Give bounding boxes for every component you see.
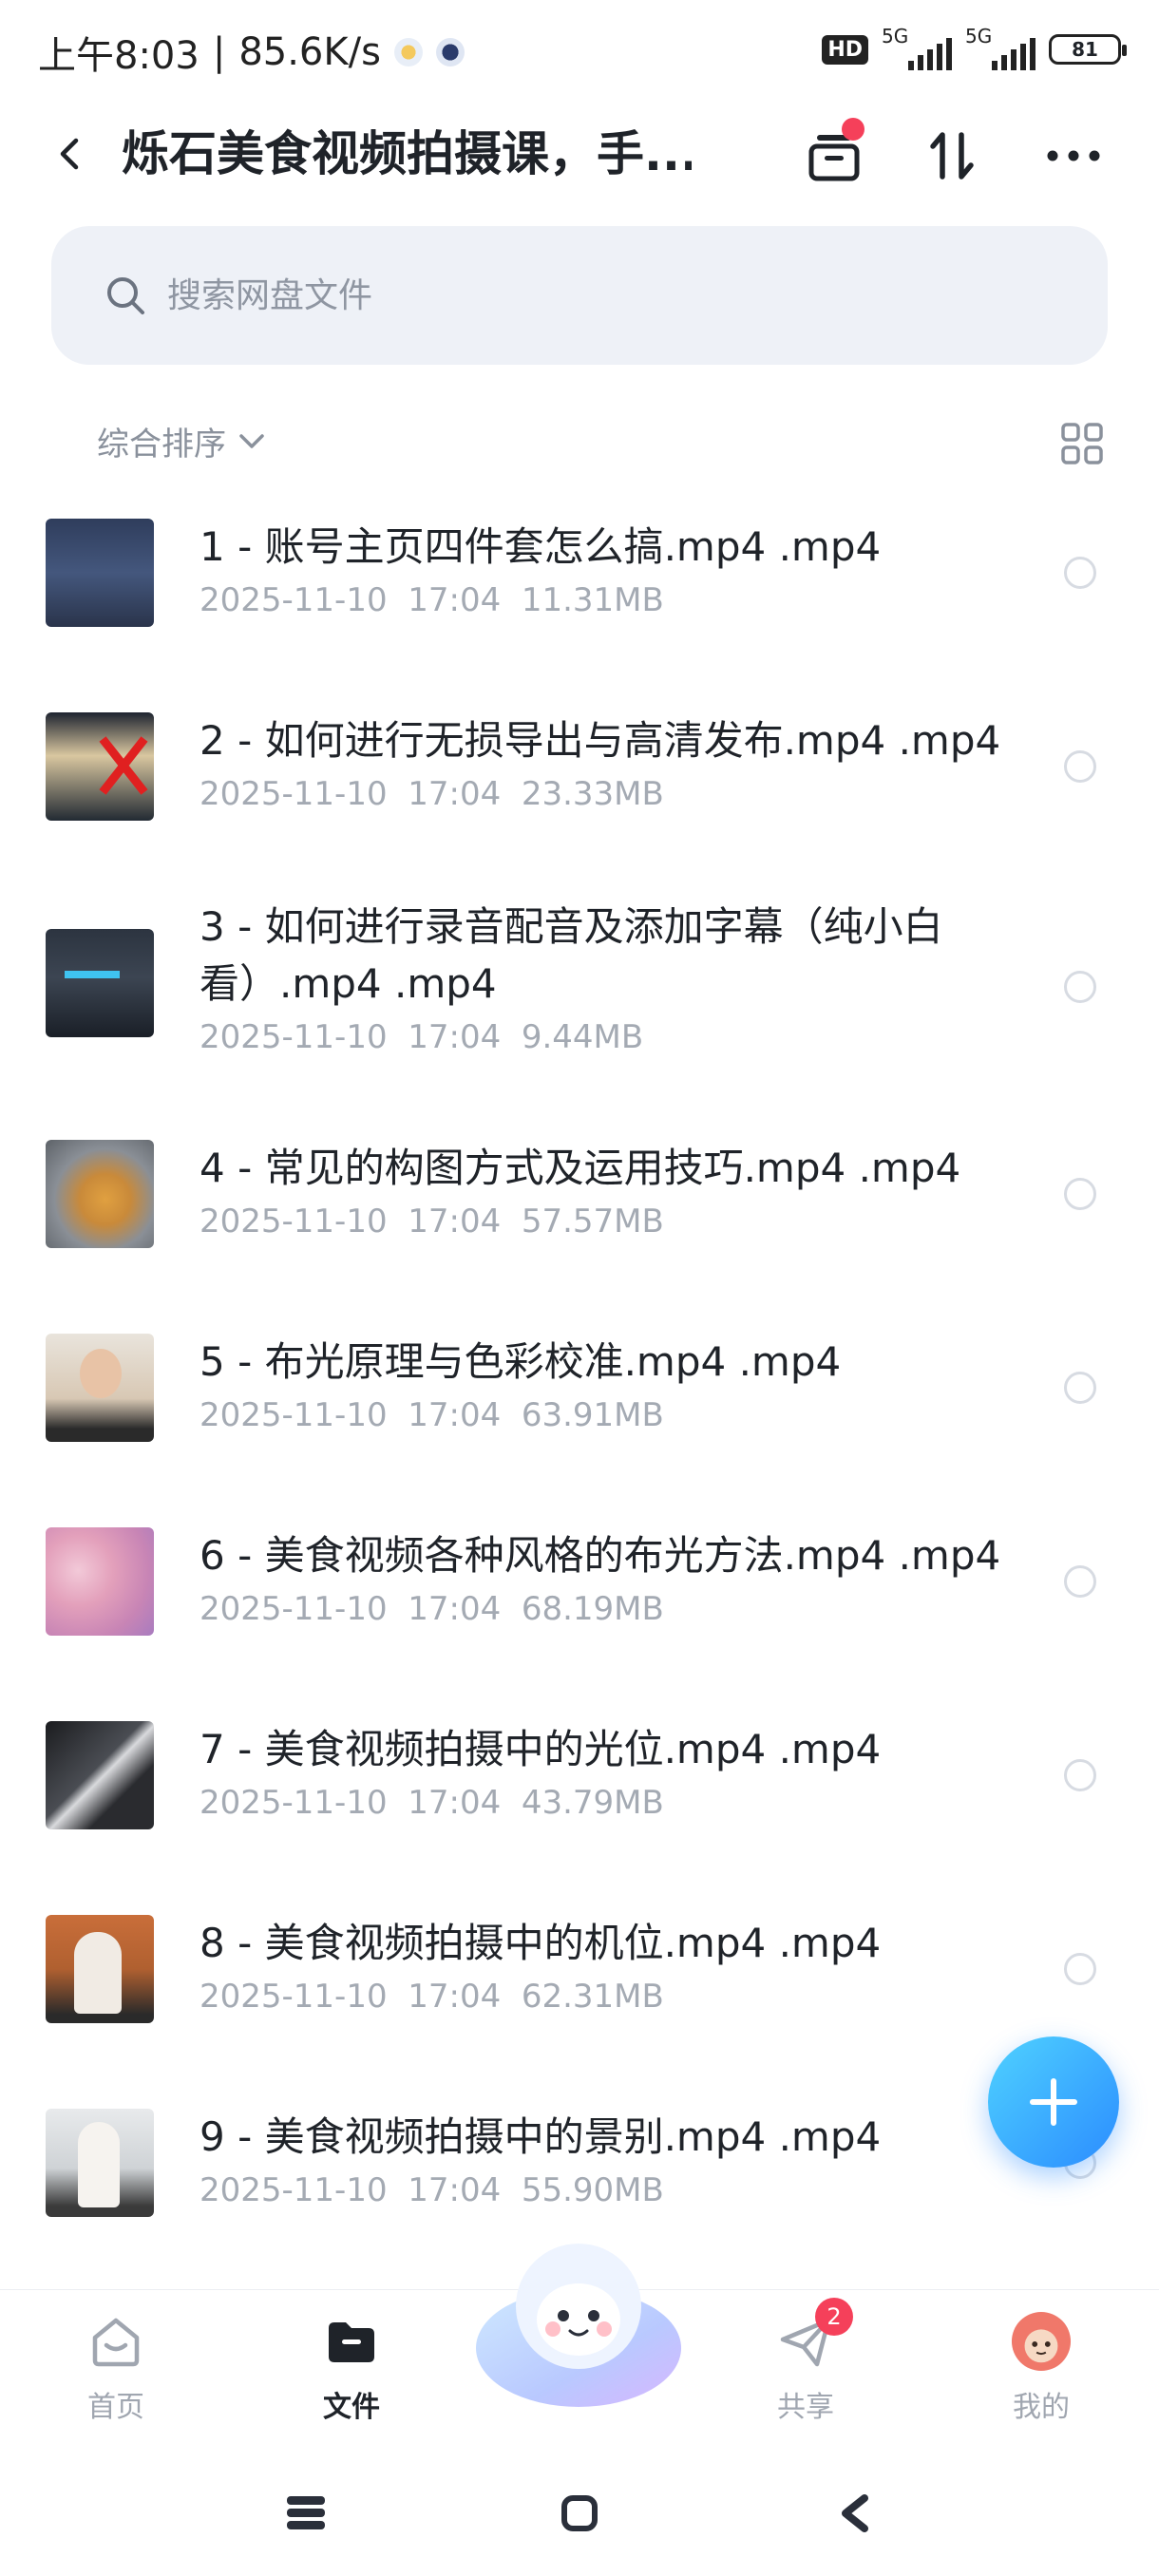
video-thumbnail [46, 929, 154, 1037]
network-speed: 85.6K/s [238, 30, 381, 74]
file-meta: 2025-11-10 17:04 11.31MB [200, 581, 664, 619]
back-system-button[interactable] [826, 2485, 884, 2542]
nav-me-label: 我的 [1013, 2391, 1070, 2424]
sort-dropdown[interactable]: 综合排序 [97, 418, 268, 464]
red-x-icon [99, 736, 148, 795]
status-time: 上午8:03 [38, 34, 200, 78]
sim1-label: 5G [882, 25, 909, 47]
file-name: 4 - 常见的构图方式及运用技巧.mp4 .mp4 [200, 1145, 961, 1191]
file-name: 8 - 美食视频拍摄中的机位.mp4 .mp4 [200, 1920, 882, 1966]
signal-icon: 5G [965, 25, 1036, 70]
file-meta: 2025-11-10 17:04 9.44MB [200, 1018, 644, 1056]
app-notification-icon [393, 38, 423, 66]
nav-share[interactable]: 2 共享 [739, 2298, 872, 2425]
paper-plane-icon: 2 [775, 2298, 853, 2372]
chevron-down-icon [239, 433, 264, 448]
status-left: 上午8:03 | 85.6K/s [38, 25, 465, 80]
search-bar[interactable] [51, 226, 1108, 365]
file-meta: 2025-11-10 17:04 63.91MB [200, 1396, 664, 1434]
search-input[interactable] [167, 275, 927, 315]
avatar [1011, 2311, 1072, 2372]
file-meta: 2025-11-10 17:04 68.19MB [200, 1590, 664, 1628]
file-name: 9 - 美食视频拍摄中的景别.mp4 .mp4 [200, 2113, 882, 2160]
select-radio[interactable] [1064, 1759, 1096, 1791]
hd-voice-icon: HD [822, 34, 868, 65]
square-icon [561, 2495, 598, 2531]
nav-files[interactable]: 文件 [285, 2311, 418, 2425]
file-name: 3 - 如何进行录音配音及添加字幕（纯小白看）.mp4 .mp4 [200, 903, 943, 1007]
video-thumbnail [46, 1527, 154, 1636]
status-separator: | [212, 30, 226, 74]
video-thumbnail [46, 1721, 154, 1829]
file-name: 6 - 美食视频各种风格的布光方法.mp4 .mp4 [200, 1532, 1001, 1579]
select-radio[interactable] [1064, 1565, 1096, 1598]
select-radio[interactable] [1064, 971, 1096, 1003]
back-button[interactable] [42, 125, 99, 182]
select-radio[interactable] [1064, 557, 1096, 589]
sim2-label: 5G [965, 25, 993, 47]
battery-icon: 81 [1049, 34, 1127, 65]
status-right: HD 5G 5G 81 [822, 25, 1127, 70]
select-radio[interactable] [1064, 1178, 1096, 1210]
transfer-button[interactable] [918, 122, 986, 190]
nav-me[interactable]: 我的 [975, 2311, 1108, 2425]
triangle-back-icon [842, 2494, 868, 2532]
page-title: 烁石美食视频拍摄课，手... [122, 126, 692, 181]
video-thumbnail [46, 2109, 154, 2217]
file-meta: 2025-11-10 17:04 43.79MB [200, 1784, 664, 1822]
system-nav-bar [0, 2451, 1159, 2576]
menu-icon [287, 2496, 325, 2529]
home-system-button[interactable] [551, 2485, 608, 2542]
top-app-bar: 烁石美食视频拍摄课，手... [0, 99, 1159, 209]
file-meta: 2025-11-10 17:04 55.90MB [200, 2171, 664, 2209]
avatar-notification-icon [435, 38, 465, 66]
mascot-icon [476, 2244, 681, 2407]
video-thumbnail [46, 1915, 154, 2023]
more-icon [1047, 150, 1100, 161]
select-radio[interactable] [1064, 1953, 1096, 1985]
sort-row: 综合排序 [0, 408, 1159, 475]
folder-icon [321, 2311, 382, 2372]
status-bar: 上午8:03 | 85.6K/s HD 5G 5G 81 [0, 0, 1159, 99]
plus-icon [1030, 2078, 1077, 2126]
transfer-arrows-icon [930, 132, 974, 180]
grid-view-icon[interactable] [1060, 422, 1104, 465]
add-button[interactable] [988, 2036, 1119, 2168]
recent-apps-button[interactable] [277, 2485, 334, 2542]
file-meta: 2025-11-10 17:04 23.33MB [200, 775, 664, 813]
file-meta: 2025-11-10 17:04 57.57MB [200, 1203, 664, 1241]
file-name: 7 - 美食视频拍摄中的光位.mp4 .mp4 [200, 1726, 882, 1772]
home-icon [86, 2311, 146, 2372]
nav-home[interactable]: 首页 [49, 2311, 182, 2425]
signal-icon: 5G [882, 25, 952, 70]
more-button[interactable] [1039, 122, 1108, 190]
share-badge: 2 [815, 2298, 853, 2336]
notification-dot [842, 118, 864, 141]
file-name: 5 - 布光原理与色彩校准.mp4 .mp4 [200, 1338, 842, 1385]
search-icon [107, 277, 144, 314]
sort-label: 综合排序 [97, 426, 226, 464]
video-thumbnail [46, 519, 154, 627]
file-meta: 2025-11-10 17:04 62.31MB [200, 1978, 664, 2016]
archive-button[interactable] [800, 118, 868, 190]
select-radio[interactable] [1064, 750, 1096, 783]
ai-assistant-button[interactable] [471, 2234, 686, 2411]
nav-share-label: 共享 [777, 2391, 834, 2424]
nav-home-label: 首页 [87, 2391, 144, 2424]
file-name: 1 - 账号主页四件套怎么搞.mp4 .mp4 [200, 523, 882, 570]
file-name: 2 - 如何进行无损导出与高清发布.mp4 .mp4 [200, 717, 1001, 764]
battery-level: 81 [1072, 38, 1098, 61]
nav-files-label: 文件 [323, 2391, 380, 2424]
chevron-left-icon [60, 138, 79, 170]
video-thumbnail [46, 1140, 154, 1248]
video-thumbnail [46, 1334, 154, 1442]
select-radio[interactable] [1064, 1372, 1096, 1404]
video-thumbnail [46, 712, 154, 821]
